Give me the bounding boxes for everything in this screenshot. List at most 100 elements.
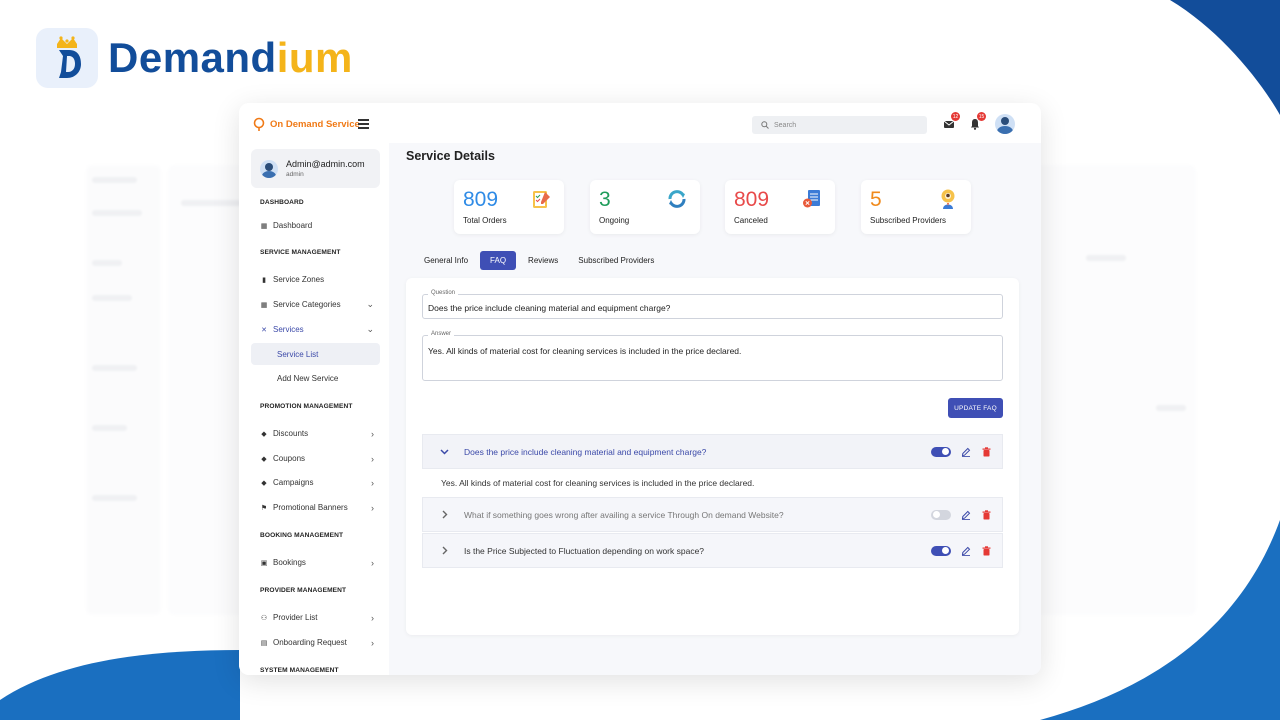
sidebar-item-label: Service Zones xyxy=(273,275,325,284)
chevron-right-icon: › xyxy=(371,453,374,464)
tab-bar: General Info FAQ Reviews Subscribed Prov… xyxy=(416,251,666,270)
stat-value: 809 xyxy=(463,188,499,211)
brand-logo: Demandium xyxy=(36,28,353,88)
search-icon xyxy=(761,121,769,129)
answer-label: Answer xyxy=(428,331,455,337)
avatar xyxy=(260,159,278,178)
chevron-down-icon: ⌄ xyxy=(366,324,374,334)
tag-icon: ◆ xyxy=(261,479,267,487)
faq-status-toggle[interactable] xyxy=(931,509,951,520)
sidebar-item-service-categories[interactable]: ▦ Service Categories ⌄ xyxy=(260,299,378,309)
delete-icon[interactable] xyxy=(982,509,991,520)
section-system-management: SYSTEM MANAGEMENT xyxy=(260,667,339,674)
delete-icon[interactable] xyxy=(982,545,991,556)
ghost-line xyxy=(1156,405,1186,411)
brand-name-part1: Demand xyxy=(108,34,277,81)
notification-button[interactable]: 15 xyxy=(969,112,986,130)
section-booking-management: BOOKING MANAGEMENT xyxy=(260,532,344,539)
sidebar-item-bookings[interactable]: ▣ Bookings › xyxy=(260,558,378,568)
delete-icon[interactable] xyxy=(982,446,991,457)
hamburger-menu-icon[interactable] xyxy=(358,119,369,131)
grid-icon: ▦ xyxy=(260,222,268,230)
app-logo[interactable]: On Demand Service xyxy=(253,117,360,131)
section-service-management: SERVICE MANAGEMENT xyxy=(260,249,341,256)
search-input[interactable]: Search xyxy=(752,116,927,134)
faq-answer: Yes. All kinds of material cost for clea… xyxy=(441,478,755,488)
sidebar-item-label: Bookings xyxy=(273,558,306,567)
faq-question: Is the Price Subjected to Fluctuation de… xyxy=(464,545,705,556)
app-name: On Demand Service xyxy=(270,118,360,130)
edit-icon[interactable] xyxy=(961,510,971,520)
sidebar-item-label: Service Categories xyxy=(273,300,341,309)
sidebar-item-discounts[interactable]: ◆ Discounts › xyxy=(260,428,378,439)
sidebar-item-add-new-service[interactable]: Add New Service xyxy=(277,374,338,383)
sidebar-item-coupons[interactable]: ◆ Coupons › xyxy=(260,453,378,464)
stat-card-canceled: 809 Canceled xyxy=(725,180,835,234)
brand-name: Demandium xyxy=(108,34,353,82)
top-bar: Search 12 15 xyxy=(389,103,1041,143)
question-field[interactable]: Question Does the price include cleaning… xyxy=(422,290,1003,319)
sidebar-item-label: Dashboard xyxy=(273,221,313,230)
mail-button[interactable]: 12 xyxy=(943,112,960,129)
answer-value: Yes. All kinds of material cost for clea… xyxy=(428,346,742,356)
tab-general-info[interactable]: General Info xyxy=(416,251,476,270)
section-promotion-management: PROMOTION MANAGEMENT xyxy=(260,403,353,410)
user-card[interactable]: Admin@admin.com admin xyxy=(251,149,380,188)
document-cancel-icon xyxy=(803,190,820,208)
category-icon: ▦ xyxy=(260,301,268,309)
sidebar: On Demand Service Admin@admin.com admin … xyxy=(239,103,389,675)
document-icon: ▤ xyxy=(260,639,268,647)
stat-card-ongoing: 3 Ongoing xyxy=(590,180,700,234)
chevron-right-icon xyxy=(442,510,448,519)
faq-card: Question Does the price include cleaning… xyxy=(406,278,1019,635)
faq-item[interactable]: Does the price include cleaning material… xyxy=(422,434,1003,469)
tag-icon: ◆ xyxy=(261,455,267,463)
chevron-right-icon: › xyxy=(371,637,374,648)
stat-card-total-orders: 809 Total Orders xyxy=(454,180,564,234)
ghost-line xyxy=(181,200,241,206)
sidebar-item-label: Provider List xyxy=(273,613,318,622)
sidebar-item-campaigns[interactable]: ◆ Campaigns › xyxy=(260,478,378,488)
faq-status-toggle[interactable] xyxy=(931,446,951,457)
section-dashboard: DASHBOARD xyxy=(260,199,304,206)
stat-card-subscribed-providers: 5 Subscribed Providers xyxy=(861,180,971,234)
answer-field[interactable]: Answer Yes. All kinds of material cost f… xyxy=(422,331,1003,381)
faq-item[interactable]: Is the Price Subjected to Fluctuation de… xyxy=(422,533,1003,568)
users-icon: ⚇ xyxy=(260,614,268,622)
notification-badge: 15 xyxy=(977,112,986,121)
sidebar-item-service-zones[interactable]: ▮ Service Zones xyxy=(260,275,378,284)
page-title: Service Details xyxy=(406,149,495,163)
sidebar-item-provider-list[interactable]: ⚇ Provider List › xyxy=(260,613,378,623)
ghost-line xyxy=(92,210,142,216)
sidebar-item-label: Discounts xyxy=(273,429,309,438)
edit-icon[interactable] xyxy=(961,447,971,457)
faq-status-toggle[interactable] xyxy=(931,545,951,556)
sidebar-item-service-list[interactable]: Service List xyxy=(251,343,380,365)
sidebar-item-label: Coupons xyxy=(273,454,306,463)
main-content: Search 12 15 Service Details 809 Total O… xyxy=(389,103,1041,675)
faq-question: What if something goes wrong after avail… xyxy=(464,509,784,520)
user-info: Admin@admin.com admin xyxy=(286,159,365,178)
chevron-right-icon xyxy=(442,546,448,555)
stat-label: Subscribed Providers xyxy=(870,216,947,225)
provider-badge-icon xyxy=(941,189,955,209)
chevron-right-icon: › xyxy=(371,428,374,439)
stat-value: 5 xyxy=(870,188,882,211)
sidebar-item-services[interactable]: ✕ Services ⌄ xyxy=(260,324,378,334)
tab-reviews[interactable]: Reviews xyxy=(520,251,566,270)
tab-subscribed-providers[interactable]: Subscribed Providers xyxy=(570,251,662,270)
chevron-down-icon: ⌄ xyxy=(366,299,374,309)
edit-icon[interactable] xyxy=(961,546,971,556)
clipboard-checklist-icon xyxy=(533,191,550,208)
profile-avatar[interactable] xyxy=(995,114,1015,134)
sidebar-item-onboarding-request[interactable]: ▤ Onboarding Request › xyxy=(260,637,378,648)
stat-value: 3 xyxy=(599,188,611,211)
update-faq-button[interactable]: UPDATE FAQ xyxy=(948,398,1003,418)
sidebar-item-promotional-banners[interactable]: ⚑ Promotional Banners › xyxy=(260,503,378,513)
faq-item[interactable]: What if something goes wrong after avail… xyxy=(422,497,1003,532)
sidebar-item-dashboard[interactable]: ▦ Dashboard xyxy=(260,221,378,230)
user-role: admin xyxy=(286,171,304,178)
ghost-line xyxy=(92,295,132,301)
tab-faq[interactable]: FAQ xyxy=(480,251,517,270)
flag-icon: ⚑ xyxy=(260,504,268,512)
